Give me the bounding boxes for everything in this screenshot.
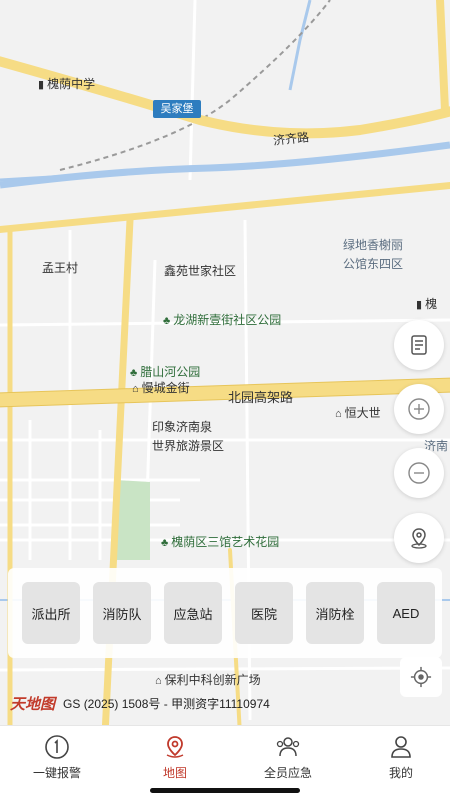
document-icon [411,335,427,355]
home-indicator [150,788,300,793]
filter-aed-button[interactable]: AED [377,582,435,644]
tree-icon: ♣ [130,367,138,379]
tab-label: 我的 [388,766,413,780]
map-label-edge-huai: ▮ 槐 [416,297,438,311]
tab-all-staff-emergency[interactable]: 全员应急 [243,732,333,792]
my-location-pin-button[interactable] [394,513,444,563]
tab-label: 一键报警 [32,766,81,780]
facility-filter-panel: 派出所 消防队 应急站 医院 消防栓 AED [8,568,442,658]
crosshair-icon [410,666,432,688]
location-icon [411,528,427,549]
map-label-yinxiang: 印象济南泉 [152,420,213,434]
filter-fire-hydrant-button[interactable]: 消防栓 [306,582,364,644]
tab-one-key-alarm[interactable]: 一键报警 [12,732,102,792]
map-label-mall: ⌂ 慢城金街 [132,381,190,395]
tab-mine[interactable]: 我的 [356,732,446,792]
alarm-icon [45,735,69,759]
attribution-text: GS (2025) 1508号 - 甲测资字11110974 [63,696,270,711]
map-label-baoli: ⌂ 保利中科创新广场 [155,673,261,687]
tianditu-logo: 天地图 [10,694,56,713]
map-label-xinyuan: 鑫苑世家社区 [164,264,237,278]
tab-map[interactable]: 地图 [130,732,220,792]
group-icon [276,737,300,757]
shopping-bag-icon: ⌂ [155,675,162,687]
map-label-yinxiang-2: 世界旅游景区 [152,439,225,453]
tree-icon: ♣ [163,315,171,327]
locate-me-button[interactable] [400,657,442,697]
map-label-village: 孟王村 [42,261,79,275]
map-pin-icon [166,736,184,758]
zoom-out-button[interactable] [394,448,444,498]
road-shield-label: 吴家堡 [153,100,201,118]
map-label-lvdi: 绿地香榭丽 [343,238,404,252]
shopping-bag-icon: ⌂ [132,383,139,395]
minus-icon [408,462,430,484]
tree-icon: ♣ [161,537,169,549]
filter-hospital-button[interactable]: 医院 [235,582,293,644]
map-label-school: ▮ 槐荫中学 [38,77,96,91]
map-label-road-beiyuan: 北园高架路 [228,390,294,405]
shopping-bag-icon: ⌂ [335,408,342,420]
layers-button[interactable] [394,320,444,370]
filter-police-station-button[interactable]: 派出所 [22,582,80,644]
filter-emergency-station-button[interactable]: 应急站 [164,582,222,644]
map-label-lvdi-2: 公馆东四区 [343,257,404,271]
plus-icon [408,398,430,420]
map-label-park-longhu: ♣ 龙湖新壹街社区公园 [163,313,282,327]
map-label-hengda: ⌂ 恒大世 [335,406,381,420]
tab-label: 全员应急 [263,766,312,780]
map-label-park-lashan: ♣ 腊山河公园 [130,365,201,379]
tab-label: 地图 [162,766,187,780]
user-icon [391,736,411,758]
filter-fire-brigade-button[interactable]: 消防队 [93,582,151,644]
zoom-in-button[interactable] [394,384,444,434]
map-label-art-garden: ♣ 槐荫区三馆艺术花园 [161,535,280,549]
map-attribution: 天地图 GS (2025) 1508号 - 甲测资字11110974 [10,690,270,716]
